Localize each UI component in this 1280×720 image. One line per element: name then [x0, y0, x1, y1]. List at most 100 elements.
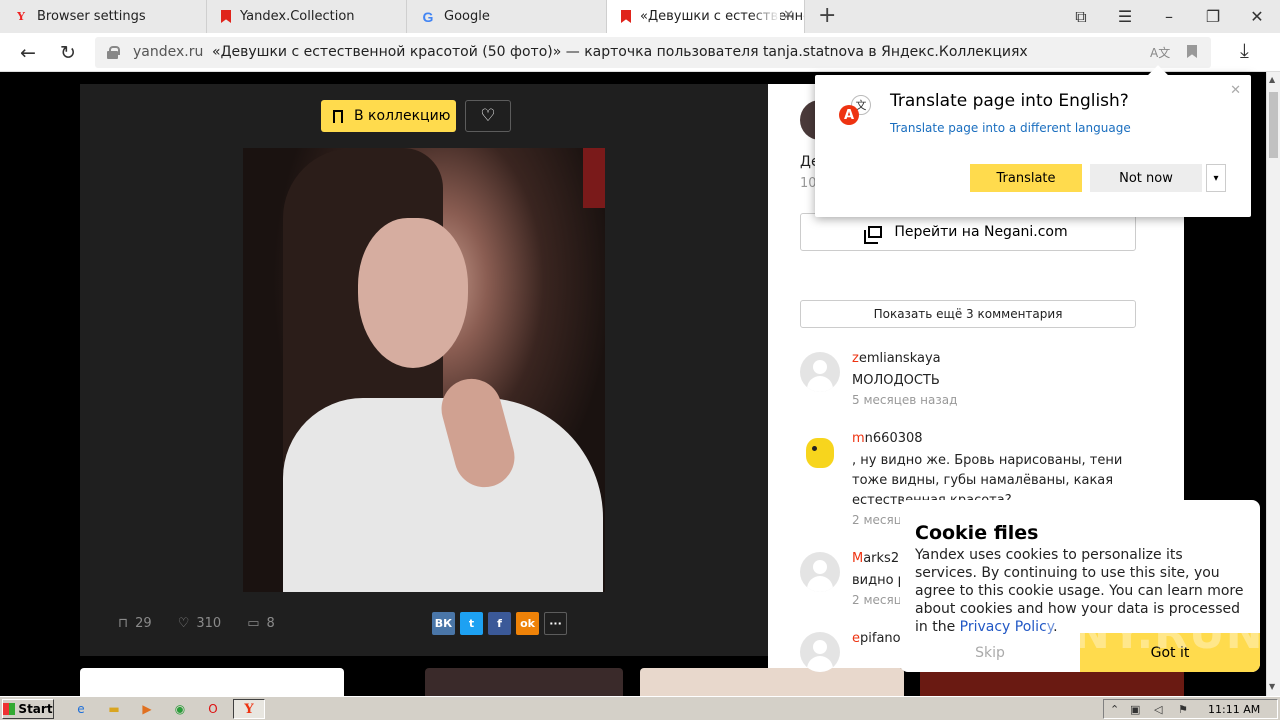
comment-author[interactable]: Marks2: [852, 551, 899, 566]
network-icon[interactable]: ▣: [1130, 703, 1140, 716]
close-window-button[interactable]: ✕: [1235, 0, 1279, 33]
not-now-button[interactable]: Not now: [1090, 164, 1202, 192]
tab-google[interactable]: G Google: [407, 0, 607, 33]
show-more-comments-button[interactable]: Показать ещё 3 комментария: [800, 300, 1136, 328]
chrome-icon[interactable]: ◉: [171, 700, 189, 718]
translate-icon: 文 A: [839, 95, 873, 129]
tab-title: Google: [444, 9, 490, 24]
yandex-browser-taskbar-button[interactable]: Y: [233, 699, 265, 719]
scroll-down-icon[interactable]: ▼: [1269, 682, 1275, 691]
avatar[interactable]: [800, 552, 840, 592]
tabs-manager-icon[interactable]: ⧉: [1059, 0, 1103, 33]
bookmark-page-icon[interactable]: [1187, 45, 1197, 58]
watermark: ANY.RUN: [1038, 608, 1264, 659]
translate-button[interactable]: Translate: [970, 164, 1082, 192]
scroll-up-icon[interactable]: ▲: [1269, 75, 1275, 84]
related-image[interactable]: [640, 668, 904, 696]
share-buttons: ВК t f ok ···: [432, 612, 572, 635]
comment-author[interactable]: zemlianskaya: [852, 351, 941, 366]
page-scrollbar[interactable]: ▲ ▼: [1266, 72, 1280, 696]
windows-logo-icon: [3, 703, 16, 715]
goto-source-button[interactable]: Перейти на Negani.com: [800, 213, 1136, 251]
scroll-thumb[interactable]: [1269, 92, 1278, 158]
author-initial: M: [852, 551, 864, 566]
menu-icon[interactable]: ☰: [1103, 0, 1147, 33]
url-page-title: «Девушки с естественной красотой (50 фот…: [212, 44, 1028, 60]
ie-icon[interactable]: e: [72, 700, 90, 718]
related-image[interactable]: [425, 668, 623, 696]
comment-time: 2 месяц: [852, 593, 902, 607]
avatar[interactable]: [800, 432, 840, 472]
twitter-share-button[interactable]: t: [460, 612, 483, 635]
more-icon: ···: [549, 617, 562, 630]
author-rest: pifano: [860, 631, 901, 646]
yandex-icon: Y: [244, 701, 254, 717]
more-share-button[interactable]: ···: [544, 612, 567, 635]
translate-icon[interactable]: A文: [1150, 44, 1170, 61]
translate-icon-front: A: [839, 105, 859, 125]
back-button[interactable]: ←: [14, 39, 42, 67]
flag-icon[interactable]: ⚑: [1178, 703, 1188, 716]
opera-icon[interactable]: O: [204, 700, 222, 718]
related-images-row: [0, 668, 1266, 696]
start-button[interactable]: Start: [2, 699, 54, 719]
like-button[interactable]: ♡: [465, 100, 511, 132]
heart-icon: ♡: [177, 616, 190, 631]
tab-strip: Y Browser settings Yandex.Collection G G…: [0, 0, 1280, 33]
volume-icon[interactable]: ◁: [1154, 703, 1162, 716]
system-tray: ⌃ ▣ ◁ ⚑ 11:11 AM: [1103, 699, 1278, 719]
translate-other-language-link[interactable]: Translate page into a different language: [890, 121, 1131, 135]
photo-shirt: [283, 398, 603, 592]
likes-count[interactable]: ♡ 310: [178, 616, 221, 631]
tab-yandex-collection[interactable]: Yandex.Collection: [207, 0, 407, 33]
start-label: Start: [18, 702, 53, 716]
new-tab-button[interactable]: +: [818, 3, 836, 28]
author-initial: m: [852, 431, 865, 446]
related-image[interactable]: [80, 668, 344, 696]
comment-author[interactable]: epifano: [852, 631, 901, 646]
media-player-icon[interactable]: ▶: [138, 700, 156, 718]
author-rest: arks2: [863, 551, 900, 566]
avatar[interactable]: [800, 632, 840, 672]
translate-popup: 文 A Translate page into English? Transla…: [815, 65, 1251, 217]
ok-icon: ok: [520, 617, 535, 630]
vk-icon: ВК: [434, 617, 453, 630]
comments-count[interactable]: ▭ 8: [247, 616, 275, 631]
author-initial: z: [852, 351, 859, 366]
related-image[interactable]: [920, 668, 1184, 696]
chevron-down-icon[interactable]: ▾: [1206, 164, 1226, 192]
tab-active-collection-card[interactable]: «Девушки с естественной красотой (50 фот…: [607, 0, 805, 33]
photo-corner: [583, 148, 605, 208]
reload-button[interactable]: ↻: [54, 39, 82, 67]
vk-share-button[interactable]: ВК: [432, 612, 455, 635]
heart-icon: ♡: [480, 106, 496, 126]
facebook-icon: f: [497, 617, 502, 630]
tab-browser-settings[interactable]: Y Browser settings: [0, 0, 207, 33]
tab-title-fade: [750, 0, 780, 33]
add-to-collection-button[interactable]: В коллекцию: [321, 100, 456, 132]
ok-share-button[interactable]: ok: [516, 612, 539, 635]
folder-icon[interactable]: ▬: [105, 700, 123, 718]
chevron-up-icon[interactable]: ⌃: [1110, 703, 1119, 716]
avatar[interactable]: [800, 352, 840, 392]
restore-button[interactable]: ❐: [1191, 0, 1235, 33]
cookie-title: Cookie files: [915, 522, 1039, 544]
bookmark-icon: [221, 10, 231, 23]
minimize-button[interactable]: –: [1147, 0, 1191, 33]
show-more-label: Показать ещё 3 комментария: [873, 307, 1063, 321]
facebook-share-button[interactable]: f: [488, 612, 511, 635]
url-field[interactable]: yandex.ru «Девушки с естественной красот…: [95, 37, 1211, 68]
goto-source-label: Перейти на Negani.com: [894, 224, 1068, 240]
saves-count[interactable]: ⊓ 29: [118, 616, 152, 631]
close-tab-icon[interactable]: ✕: [783, 8, 794, 23]
author-rest: n660308: [864, 431, 923, 446]
comment-author[interactable]: mn660308: [852, 431, 923, 446]
photo-face: [358, 218, 468, 368]
google-icon: G: [422, 8, 434, 25]
card-photo[interactable]: [243, 148, 605, 592]
download-icon[interactable]: ⤓: [1240, 38, 1249, 62]
comment-icon: ▭: [247, 616, 260, 631]
likes-value: 310: [196, 616, 222, 631]
author-initial: e: [852, 631, 860, 646]
close-icon[interactable]: ✕: [1230, 83, 1241, 98]
